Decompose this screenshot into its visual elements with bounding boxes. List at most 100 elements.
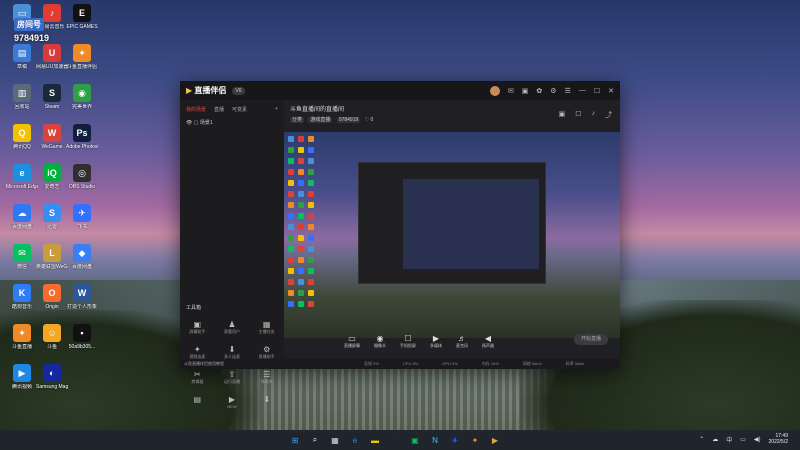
taskbar-app-icon[interactable]: e: [348, 433, 362, 447]
share-icon[interactable]: ⤴: [605, 110, 612, 120]
control-button[interactable]: ♬ 麦克风: [456, 334, 468, 349]
tab-scenes[interactable]: 我的场景: [186, 106, 206, 113]
control-label: 直播屏幕: [344, 343, 360, 348]
desktop-icon-label: 网易UU加速器: [36, 64, 68, 70]
avatar[interactable]: [489, 85, 500, 96]
tool-item[interactable]: ▶ NEW: [215, 395, 250, 409]
clock[interactable]: 17:49 2022/5/2: [769, 433, 788, 445]
tool-item[interactable]: ⬇: [249, 395, 284, 409]
desktop-icon[interactable]: U 网易UU加速器: [36, 44, 68, 70]
tag-category[interactable]: 分类: [290, 117, 305, 123]
gift-icon[interactable]: ▣: [559, 110, 566, 120]
gift-icon[interactable]: ▣: [522, 87, 529, 95]
control-button[interactable]: ◀ 扬声器: [482, 334, 494, 349]
app-icon: Ps: [73, 124, 91, 142]
taskbar-app-icon[interactable]: ⌕: [308, 433, 322, 447]
desktop-icon[interactable]: ◎ OBS Studio: [66, 164, 98, 190]
desktop-icon[interactable]: ▤ 草稿: [6, 44, 38, 70]
desktop-icon[interactable]: ◉ 完美世界: [66, 84, 98, 110]
desktop-icon[interactable]: O Origin: [36, 284, 68, 310]
title-bar[interactable]: ▶ 直播伴侣 V6 ✉ ▣ ✿ ⚙ ☰ — ☐ ✕: [180, 81, 620, 100]
tool-item[interactable]: ▦ 主播任务: [249, 320, 284, 335]
desktop-icon[interactable]: e Microsoft Edge: [6, 164, 38, 190]
desktop-icon[interactable]: E EPIC GAMES: [66, 4, 98, 30]
skin-icon[interactable]: ✿: [536, 87, 542, 95]
tool-item[interactable]: ▣ 屏幕助手: [180, 320, 215, 335]
tab-live[interactable]: 直播: [214, 106, 224, 113]
tool-item[interactable]: ⬇ 多人连麦: [215, 345, 250, 360]
maximize-icon[interactable]: ☐: [594, 87, 600, 95]
desktop-icon[interactable]: iQ 爱奇艺: [36, 164, 68, 190]
control-button[interactable]: ◉ 摄像头: [374, 334, 386, 349]
tool-item[interactable]: ⇪ 运行直播: [215, 370, 250, 385]
desktop-icon[interactable]: ☁ 百度网盘: [6, 204, 38, 230]
desktop-icon[interactable]: ◐ Samsung Magician: [36, 364, 68, 390]
control-button[interactable]: ▭ 直播屏幕: [344, 334, 360, 349]
control-button[interactable]: ▶ 多媒体: [430, 334, 442, 349]
desktop-icon-label: EPIC GAMES: [66, 24, 98, 30]
taskbar-app-icon[interactable]: N: [428, 433, 442, 447]
taskbar-app-icon[interactable]: ✦: [468, 433, 482, 447]
desktop-icon[interactable]: Ps Adobe Photoshop: [66, 124, 98, 150]
desktop-icon[interactable]: ✈ 飞书: [66, 204, 98, 230]
taskbar-app-icon[interactable]: S: [388, 433, 402, 447]
clock-date: 2022/5/2: [768, 439, 788, 445]
app-icon: S: [43, 84, 61, 102]
network-icon[interactable]: ▭: [740, 436, 746, 443]
desktop-icon[interactable]: ▶ 腾讯视频: [6, 364, 38, 390]
desktop-icon[interactable]: ▥ 回收站: [6, 84, 38, 110]
tool-item[interactable]: ☰ 弹幕库: [249, 370, 284, 385]
bell-icon[interactable]: ♪: [592, 110, 596, 120]
taskbar-app-icon[interactable]: ▬: [368, 433, 382, 447]
ime-indicator[interactable]: 中: [726, 435, 732, 444]
stream-preview[interactable]: [284, 132, 620, 338]
chevron-up-icon[interactable]: ⌃: [699, 436, 704, 443]
desktop-icon[interactable]: Q 腾讯QQ: [6, 124, 38, 150]
taskbar-app-icon[interactable]: ▣: [408, 433, 422, 447]
message-icon[interactable]: ✉: [508, 87, 514, 95]
preview-mini-icon: [298, 257, 304, 263]
taskbar-app-icon[interactable]: ▶: [488, 433, 502, 447]
tool-item[interactable]: ⚙ 直播助手: [249, 345, 284, 360]
desktop-icon[interactable]: W WeGame: [36, 124, 68, 150]
add-scene-icon[interactable]: +: [275, 106, 278, 113]
desktop-icon[interactable]: ✦ 斗鱼直播伴侣: [66, 44, 98, 70]
preview-mini-icon: [298, 147, 304, 153]
control-button[interactable]: ☐ 手机投屏: [400, 334, 416, 349]
tool-item[interactable]: ▤: [180, 395, 215, 409]
desktop-icon[interactable]: ✉ 微信: [6, 244, 38, 270]
app-icon: ☺: [43, 324, 61, 342]
cloud-icon[interactable]: ☁: [712, 436, 718, 443]
tab-sources[interactable]: 可变素: [232, 106, 247, 113]
tutorial-link[interactable]: 斗鱼直播伴侣使用教程: [180, 359, 288, 369]
tool-item[interactable]: ✦ 视频连麦: [180, 345, 215, 360]
volume-icon[interactable]: ◀): [754, 436, 761, 443]
go-live-button[interactable]: 开始直播: [574, 334, 608, 345]
settings-icon[interactable]: ⚙: [550, 87, 556, 95]
desktop-icon[interactable]: ◆ 百度网盘: [66, 244, 98, 270]
desktop-icon[interactable]: S Steam: [36, 84, 68, 110]
taskbar-app-icon[interactable]: ⊞: [288, 433, 302, 447]
chat-icon[interactable]: ☐: [575, 110, 581, 120]
menu-icon[interactable]: ☰: [565, 87, 571, 95]
minimize-icon[interactable]: —: [579, 87, 586, 94]
taskbar-app-icon[interactable]: ✈: [448, 433, 462, 447]
tag-game[interactable]: 游戏直播: [308, 117, 333, 123]
desktop-icon[interactable]: ▪ 50a9b305...: [66, 324, 98, 350]
scene-item[interactable]: 👁 ▢ 场景1: [180, 113, 284, 132]
tool-item[interactable]: ✂ 剪辑器: [180, 370, 215, 385]
desktop-icon[interactable]: S 迅雷: [36, 204, 68, 230]
stat-item: CPU 9%: [402, 361, 419, 366]
status-bar: 丢帧 0% CPU 9% GPU 0% 内存 16% 网络 0kb/s 码率 0kb/s: [284, 359, 620, 369]
stat-item: 网络 0kb/s: [522, 361, 542, 366]
tool-item[interactable]: ♟ 观看用户: [215, 320, 250, 335]
taskbar-app-icon[interactable]: ▦: [328, 433, 342, 447]
desktop-icon[interactable]: ☺ 斗鱼: [36, 324, 68, 350]
desktop-icon[interactable]: W 打造个人形象: [66, 284, 98, 310]
desktop-icon[interactable]: K 酷狗音乐: [6, 284, 38, 310]
close-icon[interactable]: ✕: [608, 87, 614, 95]
desktop-icon[interactable]: ✦ 斗鱼直播: [6, 324, 38, 350]
preview-mini-icon: [288, 169, 294, 175]
control-icon: ▶: [432, 334, 440, 343]
desktop-icon[interactable]: L 英雄联盟WeGame版: [36, 244, 68, 270]
